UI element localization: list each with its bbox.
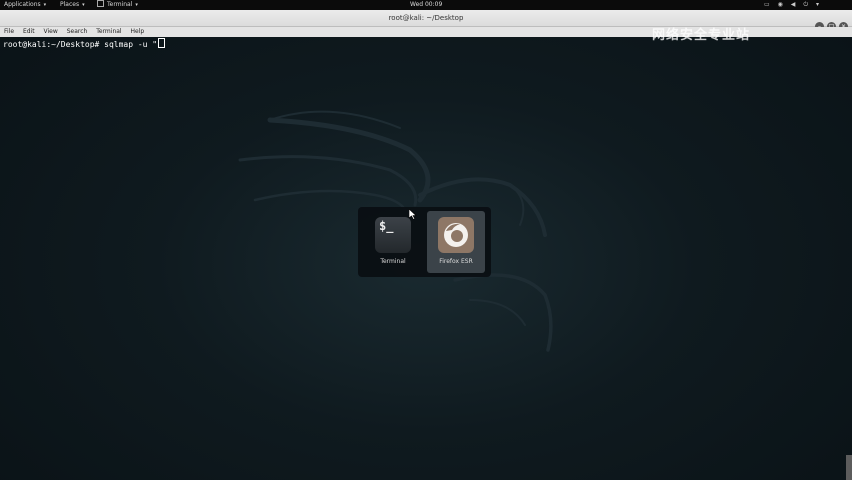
firefox-icon (438, 217, 474, 253)
scrollbar-thumb[interactable] (846, 455, 852, 480)
chevron-down-icon: ▾ (82, 2, 85, 8)
switcher-item-terminal[interactable]: $_ Terminal (364, 211, 422, 273)
window-controls: –□× (812, 13, 848, 31)
switcher-label-firefox: Firefox ESR (439, 258, 473, 265)
panel-clock[interactable]: Wed 00:09 (410, 0, 442, 10)
chevron-down-icon: ▾ (43, 2, 47, 8)
app-switcher: $_ Terminal Firefox ESR (358, 207, 491, 277)
terminal-app-menu[interactable]: Terminal ▾ (97, 0, 138, 10)
switcher-label-terminal: Terminal (380, 258, 406, 265)
terminal-icon: $_ (375, 217, 411, 253)
prompt-text: root@kali:~/Desktop# sqlmap -u " (3, 40, 158, 49)
places-menu[interactable]: Places ▾ (60, 0, 85, 10)
terminal-icon-glyph: $_ (379, 219, 394, 233)
terminal-icon (97, 0, 104, 7)
menu-view[interactable]: View (44, 27, 58, 37)
network-icon: ▭ (764, 1, 770, 8)
applications-menu[interactable]: Applications ▾ (4, 0, 46, 10)
desktop-screen: Applications ▾ Places ▾ Terminal ▾ Wed 00:0… (0, 0, 852, 480)
chevron-down-icon: ▾ (135, 2, 138, 8)
menu-help[interactable]: Help (131, 27, 145, 37)
terminal-menu-label: Terminal (107, 1, 133, 8)
places-label: Places (60, 1, 80, 8)
power-icon: ⏻ (803, 1, 809, 8)
mouse-pointer-icon (409, 209, 417, 220)
menu-file[interactable]: File (4, 27, 14, 37)
status-area[interactable]: ▭ ◉ ◀ ⏻ ▾ (764, 0, 825, 10)
chevron-down-icon: ▾ (815, 1, 819, 8)
switcher-item-firefox[interactable]: Firefox ESR (427, 211, 485, 273)
applications-label: Applications (4, 1, 41, 8)
volume-icon: ◀ (790, 1, 796, 8)
watermark-label: 网络安全专业站 (652, 28, 751, 43)
accessibility-icon: ◉ (777, 1, 783, 8)
menu-search[interactable]: Search (67, 27, 88, 37)
command-prompt-line: root@kali:~/Desktop# sqlmap -u " (3, 38, 166, 49)
menu-edit[interactable]: Edit (23, 27, 35, 37)
watermark-text: 网络安全专业站 (652, 24, 750, 43)
menu-terminal[interactable]: Terminal (96, 27, 121, 37)
text-cursor (158, 38, 166, 48)
top-panel: Applications ▾ Places ▾ Terminal ▾ Wed 00:0… (0, 0, 852, 10)
